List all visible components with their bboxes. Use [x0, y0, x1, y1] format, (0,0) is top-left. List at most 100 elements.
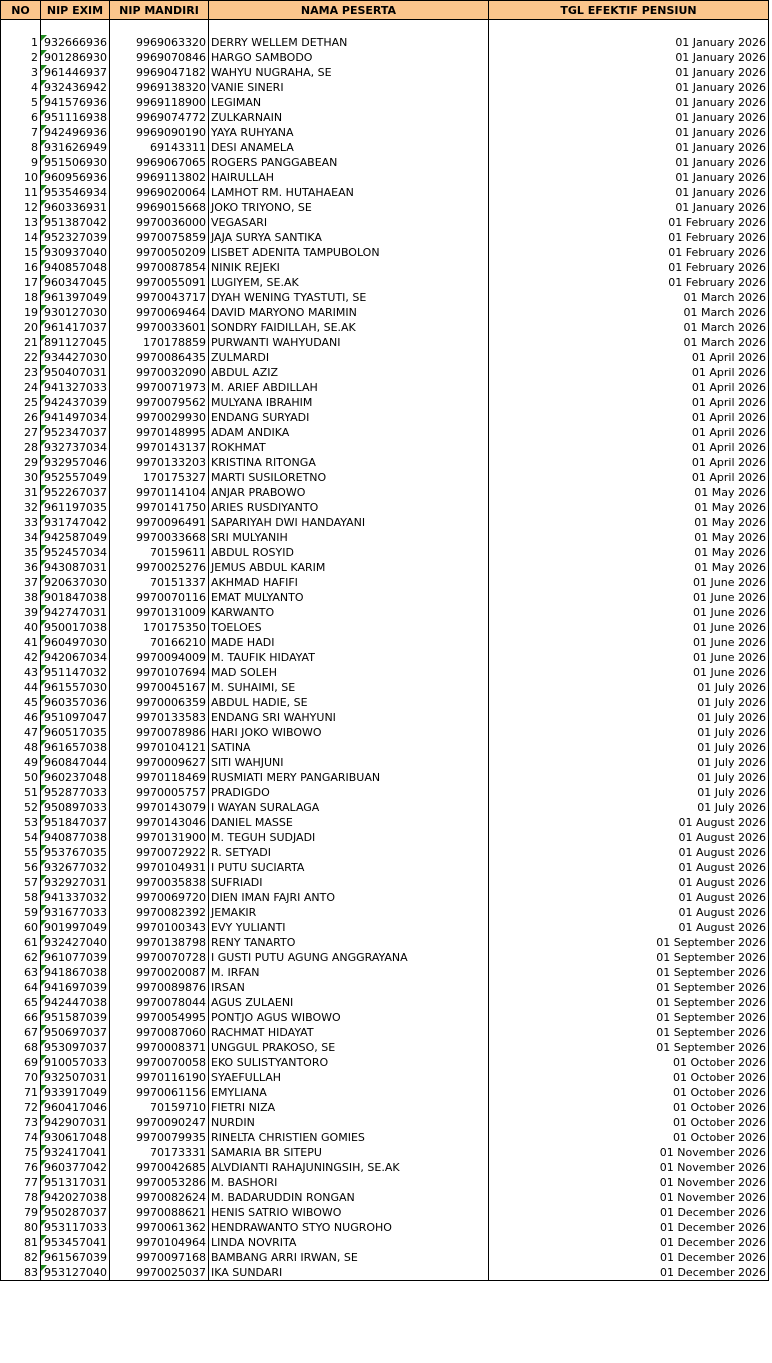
cell-nip-mandiri[interactable]: 9970072922	[109, 845, 209, 860]
cell-no[interactable]: 39	[0, 605, 41, 620]
cell-no[interactable]: 77	[0, 1175, 41, 1190]
cell-no[interactable]: 71	[0, 1085, 41, 1100]
cell-nama-peserta[interactable]: BAMBANG ARRI IRWAN, SE	[208, 1250, 489, 1265]
cell-tgl-efektif-pensiun[interactable]: 01 January 2026	[488, 80, 769, 95]
cell-no[interactable]: 75	[0, 1145, 41, 1160]
cell-no[interactable]: 47	[0, 725, 41, 740]
cell-nip-exim[interactable]: 950017038	[40, 620, 110, 635]
cell-nip-exim[interactable]: 961567039	[40, 1250, 110, 1265]
cell-nama-peserta[interactable]: DANIEL MASSE	[208, 815, 489, 830]
cell-nama-peserta[interactable]: LAMHOT RM. HUTAHAEAN	[208, 185, 489, 200]
cell-nip-mandiri[interactable]: 9970148995	[109, 425, 209, 440]
cell-no[interactable]: 14	[0, 230, 41, 245]
cell-nama-peserta[interactable]: I WAYAN SURALAGA	[208, 800, 489, 815]
cell-nip-exim[interactable]: 901847038	[40, 590, 110, 605]
cell-nip-exim[interactable]: 930127030	[40, 305, 110, 320]
cell-no[interactable]: 41	[0, 635, 41, 650]
cell-nip-mandiri[interactable]: 9970131009	[109, 605, 209, 620]
cell-nama-peserta[interactable]: NINIK REJEKI	[208, 260, 489, 275]
cell-nama-peserta[interactable]: SATINA	[208, 740, 489, 755]
cell-nip-exim[interactable]: 901286930	[40, 50, 110, 65]
cell-nama-peserta[interactable]: M. TEGUH SUDJADI	[208, 830, 489, 845]
cell-no[interactable]: 60	[0, 920, 41, 935]
cell-nip-mandiri[interactable]: 9970042685	[109, 1160, 209, 1175]
cell-nama-peserta[interactable]: DERRY WELLEM DETHAN	[208, 35, 489, 50]
cell-nip-mandiri[interactable]: 9969090190	[109, 125, 209, 140]
cell-nip-mandiri[interactable]: 9970100343	[109, 920, 209, 935]
cell-no[interactable]: 64	[0, 980, 41, 995]
cell-tgl-efektif-pensiun[interactable]: 01 August 2026	[488, 830, 769, 845]
cell-tgl-efektif-pensiun[interactable]: 01 April 2026	[488, 365, 769, 380]
cell-nip-mandiri[interactable]: 9970008371	[109, 1040, 209, 1055]
cell-nama-peserta[interactable]: SRI MULYANIH	[208, 530, 489, 545]
cell-nama-peserta[interactable]: R. SETYADI	[208, 845, 489, 860]
cell-nama-peserta[interactable]: ABDUL AZIZ	[208, 365, 489, 380]
cell-no[interactable]: 72	[0, 1100, 41, 1115]
cell-tgl-efektif-pensiun[interactable]: 01 January 2026	[488, 200, 769, 215]
cell-nama-peserta[interactable]: UNGGUL PRAKOSO, SE	[208, 1040, 489, 1055]
cell-nama-peserta[interactable]: KRISTINA RITONGA	[208, 455, 489, 470]
cell-nip-mandiri[interactable]: 9970082624	[109, 1190, 209, 1205]
cell-nama-peserta[interactable]: ABDUL HADIE, SE	[208, 695, 489, 710]
cell-nip-exim[interactable]: 952877033	[40, 785, 110, 800]
cell-no[interactable]: 63	[0, 965, 41, 980]
cell-nama-peserta[interactable]: HARGO SAMBODO	[208, 50, 489, 65]
cell-tgl-efektif-pensiun[interactable]: 01 July 2026	[488, 710, 769, 725]
cell-nama-peserta[interactable]: DYAH WENING TYASTUTI, SE	[208, 290, 489, 305]
cell-nip-mandiri[interactable]: 9969118900	[109, 95, 209, 110]
cell-nip-mandiri[interactable]: 9970104964	[109, 1235, 209, 1250]
cell-nip-exim[interactable]: 953546934	[40, 185, 110, 200]
cell-nip-exim[interactable]: 941576936	[40, 95, 110, 110]
cell-nama-peserta[interactable]: SONDRY FAIDILLAH, SE.AK	[208, 320, 489, 335]
cell-nama-peserta[interactable]: RACHMAT HIDAYAT	[208, 1025, 489, 1040]
cell-nip-mandiri[interactable]: 9969113802	[109, 170, 209, 185]
cell-nip-mandiri[interactable]: 70166210	[109, 635, 209, 650]
cell-nama-peserta[interactable]: KARWANTO	[208, 605, 489, 620]
cell-nama-peserta[interactable]: ALVDIANTI RAHAJUNINGSIH, SE.AK	[208, 1160, 489, 1175]
cell-tgl-efektif-pensiun[interactable]: 01 June 2026	[488, 650, 769, 665]
cell-no[interactable]: 50	[0, 770, 41, 785]
cell-nip-mandiri[interactable]: 9969070846	[109, 50, 209, 65]
cell-no[interactable]: 33	[0, 515, 41, 530]
cell-no[interactable]: 53	[0, 815, 41, 830]
cell-tgl-efektif-pensiun[interactable]: 01 October 2026	[488, 1055, 769, 1070]
cell-tgl-efektif-pensiun[interactable]: 01 August 2026	[488, 815, 769, 830]
cell-nama-peserta[interactable]: SAPARIYAH DWI HANDAYANI	[208, 515, 489, 530]
cell-nama-peserta[interactable]: MULYANA IBRAHIM	[208, 395, 489, 410]
cell-nip-mandiri[interactable]: 9970133583	[109, 710, 209, 725]
cell-nama-peserta[interactable]: I GUSTI PUTU AGUNG ANGGRAYANA	[208, 950, 489, 965]
cell-tgl-efektif-pensiun[interactable]: 01 July 2026	[488, 695, 769, 710]
cell-nip-mandiri[interactable]: 9970114104	[109, 485, 209, 500]
cell-no[interactable]: 44	[0, 680, 41, 695]
cell-tgl-efektif-pensiun[interactable]: 01 June 2026	[488, 590, 769, 605]
cell-nama-peserta[interactable]: LISBET ADENITA TAMPUBOLON	[208, 245, 489, 260]
cell-nip-mandiri[interactable]: 9970141750	[109, 500, 209, 515]
cell-nip-exim[interactable]: 961446937	[40, 65, 110, 80]
cell-nip-mandiri[interactable]: 9969074772	[109, 110, 209, 125]
cell-nama-peserta[interactable]: ROGERS PANGGABEAN	[208, 155, 489, 170]
cell-nip-exim[interactable]: 951116938	[40, 110, 110, 125]
cell-no[interactable]: 79	[0, 1205, 41, 1220]
cell-tgl-efektif-pensiun[interactable]: 01 January 2026	[488, 35, 769, 50]
cell-nip-mandiri[interactable]: 9970089876	[109, 980, 209, 995]
cell-nip-exim[interactable]: 961077039	[40, 950, 110, 965]
cell-nama-peserta[interactable]: EMYLIANA	[208, 1085, 489, 1100]
header-nip-mandiri[interactable]: NIP MANDIRI	[109, 0, 209, 20]
cell-nip-exim[interactable]: 920637030	[40, 575, 110, 590]
header-no[interactable]: NO	[0, 0, 41, 20]
cell-nama-peserta[interactable]: EKO SULISTYANTORO	[208, 1055, 489, 1070]
cell-no[interactable]: 35	[0, 545, 41, 560]
cell-tgl-efektif-pensiun[interactable]: 01 November 2026	[488, 1160, 769, 1175]
cell-nip-mandiri[interactable]: 9969020064	[109, 185, 209, 200]
cell-no[interactable]: 3	[0, 65, 41, 80]
cell-nip-mandiri[interactable]: 9970050209	[109, 245, 209, 260]
cell-tgl-efektif-pensiun[interactable]: 01 April 2026	[488, 440, 769, 455]
cell-nip-mandiri[interactable]: 9970005757	[109, 785, 209, 800]
cell-no[interactable]: 6	[0, 110, 41, 125]
cell-nip-mandiri[interactable]: 9970070728	[109, 950, 209, 965]
cell-tgl-efektif-pensiun[interactable]: 01 September 2026	[488, 995, 769, 1010]
cell-nama-peserta[interactable]: LEGIMAN	[208, 95, 489, 110]
cell-nip-exim[interactable]: 960417046	[40, 1100, 110, 1115]
header-tgl-efektif-pensiun[interactable]: TGL EFEKTIF PENSIUN	[488, 0, 769, 20]
cell-nama-peserta[interactable]: NURDIN	[208, 1115, 489, 1130]
